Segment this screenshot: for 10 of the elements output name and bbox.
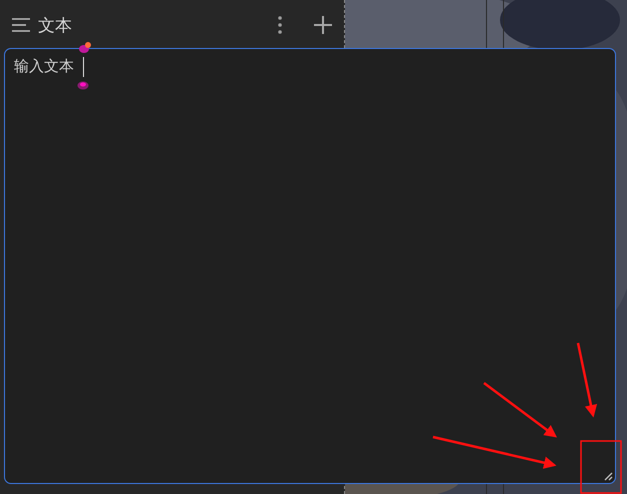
menu-icon[interactable] — [12, 18, 30, 32]
selection-handle-icon[interactable] — [77, 81, 89, 90]
panel-title: 文本 — [38, 14, 73, 36]
more-options-icon[interactable] — [278, 16, 282, 34]
text-area-field[interactable]: 输入文本 — [4, 48, 616, 484]
text-cursor — [83, 57, 84, 77]
resize-handle-icon[interactable] — [604, 472, 613, 481]
add-icon[interactable] — [314, 16, 332, 34]
selection-handle-icon[interactable] — [78, 42, 92, 54]
annotation-highlight-box — [580, 440, 622, 494]
